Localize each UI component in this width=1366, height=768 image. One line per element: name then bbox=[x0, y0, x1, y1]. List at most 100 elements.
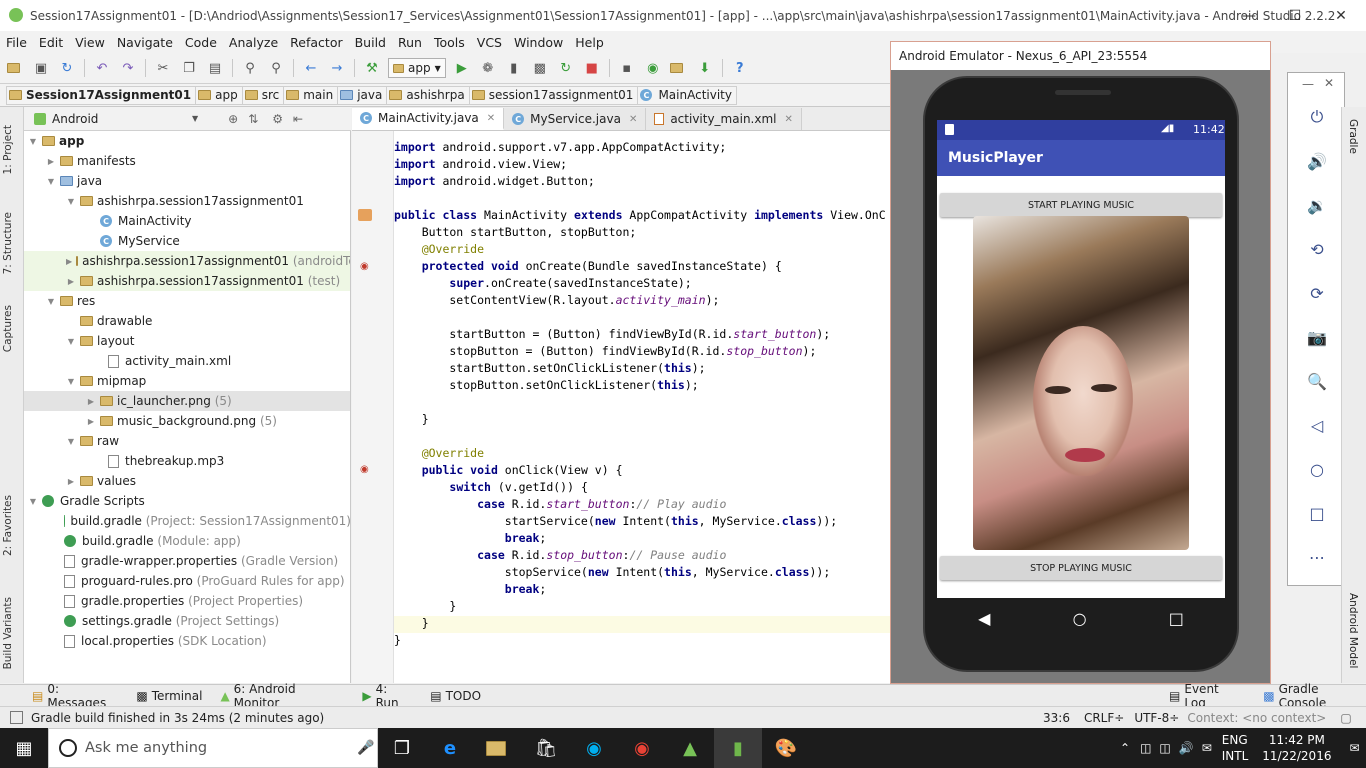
menu-build[interactable]: Build bbox=[349, 35, 392, 50]
gear-icon[interactable]: ⚙ bbox=[272, 112, 283, 126]
menu-refactor[interactable]: Refactor bbox=[284, 35, 348, 50]
breadcrumb-src[interactable]: src bbox=[242, 85, 285, 105]
tree-item-package-androidtest[interactable]: ▶ ashishrpa.session17assignment01 (androi… bbox=[24, 251, 350, 271]
implements-marker-icon[interactable]: ◉ bbox=[360, 464, 369, 475]
coverage-icon[interactable]: ▮ bbox=[503, 57, 525, 79]
tab-project[interactable]: 1: Project bbox=[2, 125, 14, 174]
rotate-right-icon[interactable]: ⟳ bbox=[1305, 281, 1329, 305]
tab-favorites[interactable]: 2: Favorites bbox=[2, 495, 14, 556]
save-icon[interactable]: ▣ bbox=[30, 57, 52, 79]
breadcrumb-ashishrpa[interactable]: ashishrpa bbox=[387, 85, 470, 105]
tab-android-model[interactable]: Android Model bbox=[1347, 593, 1359, 668]
terminal-button[interactable]: ▩ Terminal bbox=[136, 689, 202, 703]
tree-item-mipmap[interactable]: ▼ mipmap bbox=[24, 371, 350, 391]
menu-analyze[interactable]: Analyze bbox=[223, 35, 284, 50]
tab-build-variants[interactable]: Build Variants bbox=[2, 597, 14, 669]
emulator-taskbar-icon[interactable]: ▮ bbox=[714, 728, 762, 768]
menu-edit[interactable]: Edit bbox=[33, 35, 69, 50]
tree-item-gradle-scripts[interactable]: ▼ Gradle Scripts bbox=[24, 491, 350, 511]
sync-gradle-icon[interactable]: ◉ bbox=[642, 57, 664, 79]
tree-item-activity-main[interactable]: activity_main.xml bbox=[24, 351, 350, 371]
tree-item-raw[interactable]: ▼ raw bbox=[24, 431, 350, 451]
microphone-icon[interactable]: 🎤 bbox=[357, 740, 374, 756]
tool-windows-icon[interactable] bbox=[10, 711, 23, 724]
tab-myservice-java[interactable]: C MyService.java ✕ bbox=[504, 108, 647, 130]
undo-icon[interactable]: ↶ bbox=[91, 57, 113, 79]
cut-icon[interactable]: ✂ bbox=[152, 57, 174, 79]
tab-captures[interactable]: Captures bbox=[2, 305, 14, 352]
paste-icon[interactable]: ▤ bbox=[204, 57, 226, 79]
volume-up-icon[interactable]: 🔊 bbox=[1305, 149, 1329, 173]
tree-item-app[interactable]: ▼ app bbox=[24, 131, 350, 151]
target-icon[interactable]: ⊕ bbox=[228, 112, 238, 126]
chevron-up-icon[interactable]: ⌃ bbox=[1120, 741, 1130, 755]
battery-icon[interactable]: ◫ bbox=[1140, 741, 1151, 755]
tree-item-package-test[interactable]: ▶ ashishrpa.session17assignment01 (test) bbox=[24, 271, 350, 291]
skype-icon[interactable]: ◉ bbox=[570, 728, 618, 768]
power-icon[interactable]: ⏻ bbox=[1305, 105, 1329, 129]
tree-item-manifests[interactable]: ▶ manifests bbox=[24, 151, 350, 171]
start-playing-button[interactable]: START PLAYING MUSIC bbox=[940, 193, 1222, 217]
task-view-icon[interactable]: ❐ bbox=[378, 728, 426, 768]
tree-item-gradle-wrapper[interactable]: gradle-wrapper.properties (Gradle Versio… bbox=[24, 551, 350, 571]
tree-item-thebreakup[interactable]: thebreakup.mp3 bbox=[24, 451, 350, 471]
back-triangle-icon[interactable]: ◀ bbox=[978, 609, 990, 628]
tab-structure[interactable]: 7: Structure bbox=[2, 212, 14, 274]
line-separator[interactable]: CRLF÷ bbox=[1084, 711, 1124, 725]
avd-manager-icon[interactable]: ▪ bbox=[616, 57, 638, 79]
tree-item-build-gradle-project[interactable]: build.gradle (Project: Session17Assignme… bbox=[24, 511, 350, 531]
code-editor[interactable]: import android.support.v7.app.AppCompatA… bbox=[394, 131, 890, 683]
close-icon[interactable]: ✕ bbox=[1324, 76, 1334, 90]
make-project-icon[interactable]: ⚒ bbox=[361, 57, 383, 79]
volume-down-icon[interactable]: 🔉 bbox=[1305, 193, 1329, 217]
maximize-button[interactable]: ☐ bbox=[1272, 0, 1318, 31]
override-marker-icon[interactable]: ◉ bbox=[360, 261, 369, 272]
close-tab-icon[interactable]: ✕ bbox=[629, 114, 637, 125]
tree-item-ic-launcher[interactable]: ▶ ic_launcher.png (5) bbox=[24, 391, 350, 411]
back-icon[interactable]: ← bbox=[300, 57, 322, 79]
menu-tools[interactable]: Tools bbox=[428, 35, 471, 50]
hide-icon[interactable]: ⇤ bbox=[293, 112, 303, 126]
stop-icon[interactable]: ■ bbox=[581, 57, 603, 79]
profile-icon[interactable]: ▩ bbox=[529, 57, 551, 79]
breadcrumb-package[interactable]: session17assignment01 bbox=[469, 85, 639, 105]
minimize-button[interactable]: — bbox=[1226, 0, 1272, 31]
network-icon[interactable]: ◫ bbox=[1159, 741, 1170, 755]
camera-icon[interactable]: 📷 bbox=[1305, 325, 1329, 349]
tree-item-music-background[interactable]: ▶ music_background.png (5) bbox=[24, 411, 350, 431]
breadcrumb-java[interactable]: java bbox=[338, 85, 388, 105]
breadcrumb-mainactivity[interactable]: C MainActivity bbox=[638, 85, 737, 105]
tab-gradle[interactable]: Gradle bbox=[1347, 119, 1359, 154]
forward-icon[interactable]: → bbox=[326, 57, 348, 79]
class-marker-icon[interactable] bbox=[358, 209, 372, 221]
clock[interactable]: 11:42 PM 11/22/2016 bbox=[1262, 732, 1331, 764]
overview-icon[interactable]: □ bbox=[1305, 501, 1329, 525]
action-center-icon[interactable]: ✉ bbox=[1349, 741, 1359, 755]
sdk-manager-icon[interactable]: ⬇ bbox=[694, 57, 716, 79]
edge-icon[interactable]: e bbox=[426, 728, 474, 768]
zoom-icon[interactable]: 🔍 bbox=[1305, 369, 1329, 393]
file-encoding[interactable]: UTF-8÷ bbox=[1134, 711, 1179, 725]
windows-start-icon[interactable]: ▦ bbox=[0, 728, 48, 768]
project-structure-icon[interactable] bbox=[668, 57, 690, 79]
chevron-down-icon[interactable]: ▼ bbox=[192, 114, 198, 123]
tree-item-drawable[interactable]: drawable bbox=[24, 311, 350, 331]
tree-item-values[interactable]: ▶ values bbox=[24, 471, 350, 491]
run-config-select[interactable]: app ▼ bbox=[388, 58, 446, 78]
recents-square-icon[interactable]: □ bbox=[1169, 609, 1184, 628]
tree-item-mainactivity[interactable]: C MainActivity bbox=[24, 211, 350, 231]
sync-icon[interactable]: ↻ bbox=[56, 57, 78, 79]
menu-code[interactable]: Code bbox=[179, 35, 223, 50]
file-explorer-icon[interactable] bbox=[474, 728, 522, 768]
volume-icon[interactable]: 🔊 bbox=[1179, 741, 1194, 755]
breadcrumb-main[interactable]: main bbox=[284, 85, 339, 105]
rotate-left-icon[interactable]: ⟲ bbox=[1305, 237, 1329, 261]
back-icon[interactable]: ◁ bbox=[1305, 413, 1329, 437]
tree-item-build-gradle-module[interactable]: build.gradle (Module: app) bbox=[24, 531, 350, 551]
store-icon[interactable]: 🛍 bbox=[522, 728, 570, 768]
chrome-icon[interactable]: ◉ bbox=[618, 728, 666, 768]
close-tab-icon[interactable]: ✕ bbox=[784, 114, 792, 125]
tree-item-myservice[interactable]: C MyService bbox=[24, 231, 350, 251]
redo-icon[interactable]: ↷ bbox=[117, 57, 139, 79]
cortana-search-box[interactable]: Ask me anything 🎤 bbox=[48, 728, 378, 768]
